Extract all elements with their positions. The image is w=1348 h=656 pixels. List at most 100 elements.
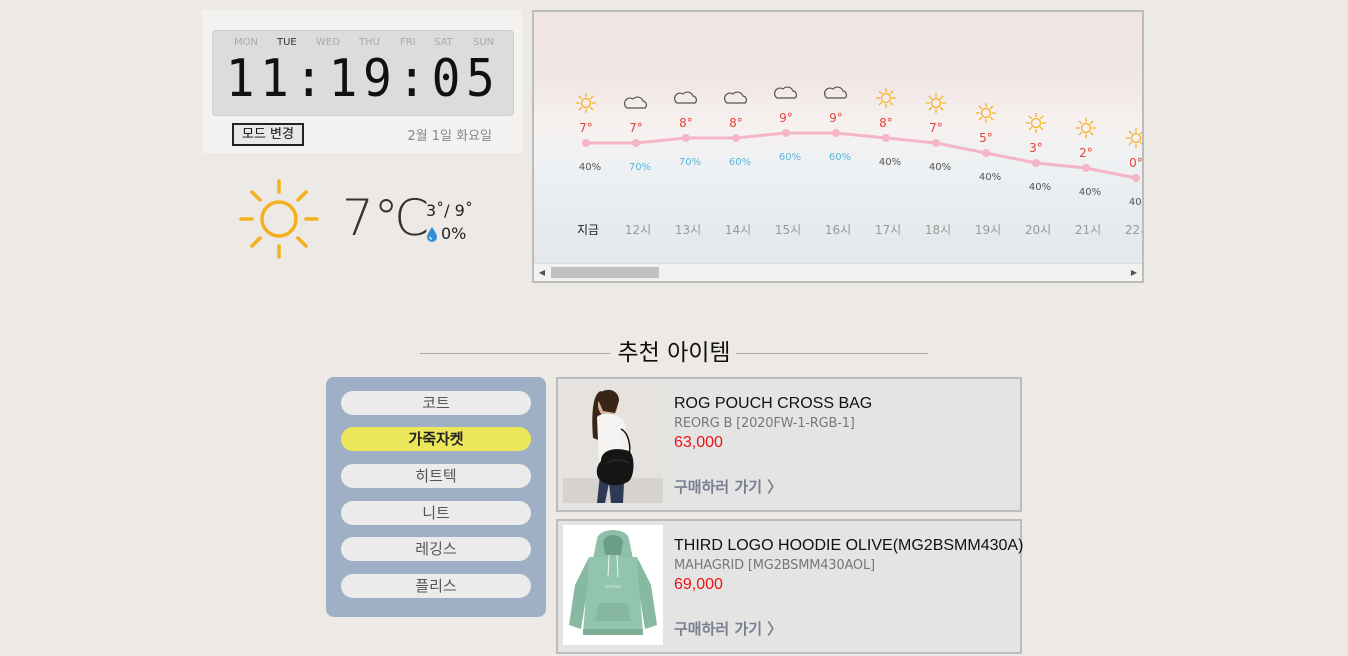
hour-temperature: 3° (1029, 141, 1043, 155)
hour-label: 21시 (1075, 223, 1101, 237)
temperature-point (732, 134, 740, 142)
temperature-point (832, 129, 840, 137)
product-card: THIRD LOGO HOODIE OLIVE(MG2BSMM430A) MAH… (556, 519, 1024, 654)
temperature-point (982, 149, 990, 157)
horizontal-scrollbar[interactable]: ◀ ▶ (534, 263, 1142, 281)
hour-temperature: 7° (929, 121, 943, 135)
rain-chance-value: 0% (441, 224, 467, 243)
hour-rain-chance: 40% (1129, 197, 1144, 208)
scroll-left-arrow-icon[interactable]: ◀ (534, 264, 550, 281)
hour-rain-chance: 40% (929, 162, 951, 173)
cloud-icon (824, 86, 847, 99)
cloud-icon (724, 91, 747, 104)
temperature-point (932, 139, 940, 147)
temperature-point (782, 129, 790, 137)
sun-icon (1075, 117, 1097, 139)
hour-rain-chance: 40% (879, 157, 901, 168)
product-code: REORG B [2020FW-1-RGB-1] (674, 416, 855, 431)
temperature-point (1082, 164, 1090, 172)
water-drop-icon (427, 226, 437, 242)
hour-label: 20시 (1025, 223, 1051, 237)
category-button-leggings[interactable]: 레깅스 (341, 537, 531, 561)
hour-label: 12시 (625, 223, 651, 237)
hour-label: 18시 (925, 223, 951, 237)
clock-display: MON TUE WED THU FRI SAT SUN 11:19:05 (212, 30, 514, 116)
cloud-icon (674, 91, 697, 104)
product-code: MAHAGRID [MG2BSMM430AOL] (674, 558, 875, 573)
cloud-icon (774, 86, 797, 99)
product-price: 69,000 (674, 576, 723, 593)
section-title: 추천 아이템 (617, 340, 731, 366)
temperature-point (632, 139, 640, 147)
hour-temperature: 8° (679, 116, 693, 130)
hour-temperature: 8° (879, 116, 893, 130)
clock-widget: MON TUE WED THU FRI SAT SUN 11:19:05 모드 … (202, 10, 522, 153)
product-name: ROG POUCH CROSS BAG (674, 395, 873, 412)
sun-icon (575, 92, 597, 114)
cloud-icon (624, 96, 647, 109)
hour-rain-chance: 70% (629, 162, 651, 173)
temperature-point (582, 139, 590, 147)
product-price: 63,000 (674, 434, 723, 451)
hour-rain-chance: 40% (579, 162, 601, 173)
scroll-thumb[interactable] (551, 267, 659, 278)
date-label: 2월 1일 화요일 (407, 129, 492, 144)
temperature-point (1032, 159, 1040, 167)
hour-rain-chance: 70% (679, 157, 701, 168)
category-button-knit[interactable]: 니트 (341, 501, 531, 525)
hour-temperature: 7° (629, 121, 643, 135)
hour-temperature: 5° (979, 131, 993, 145)
day-sat: SAT (434, 37, 453, 48)
buy-link[interactable]: 구매하러 가기 〉 (674, 618, 782, 639)
temperature-line (586, 131, 1137, 180)
product-image-hoodie[interactable] (563, 525, 663, 645)
title-divider-right (736, 353, 928, 354)
temperature-point (1132, 174, 1140, 182)
hour-temperature: 7° (579, 121, 593, 135)
hour-temperature: 2° (1079, 146, 1093, 160)
hour-temperature: 8° (729, 116, 743, 130)
mode-change-button[interactable]: 모드 변경 (232, 123, 304, 146)
scroll-right-arrow-icon[interactable]: ▶ (1126, 264, 1142, 281)
hour-label: 17시 (875, 223, 901, 237)
category-button-fleece[interactable]: 플리스 (341, 574, 531, 598)
hour-label: 14시 (725, 223, 751, 237)
hour-rain-chance: 40% (1079, 187, 1101, 198)
hour-rain-chance: 40% (1029, 182, 1051, 193)
hour-label: 16시 (825, 223, 851, 237)
product-name: THIRD LOGO HOODIE OLIVE(MG2BSMM430A) (674, 537, 1024, 554)
product-image-bag[interactable] (563, 383, 663, 503)
hour-label: 22시 (1125, 223, 1144, 237)
category-button-heattech[interactable]: 히트텍 (341, 464, 531, 488)
day-tue: TUE (277, 37, 297, 48)
sun-icon (875, 87, 897, 109)
category-button-leather-jacket[interactable]: 가죽자켓 (341, 427, 531, 451)
hour-rain-chance: 40% (979, 172, 1001, 183)
sun-icon (1025, 112, 1047, 134)
rain-chance: 0% (426, 224, 466, 243)
hour-rain-chance: 60% (729, 157, 751, 168)
hour-rain-chance: 60% (779, 152, 801, 163)
sun-icon (239, 179, 319, 259)
product-card: ROG POUCH CROSS BAG REORG B [2020FW-1-RG… (556, 377, 1022, 512)
category-button-coat[interactable]: 코트 (341, 391, 531, 415)
hour-label: 19시 (975, 223, 1001, 237)
temperature-point (682, 134, 690, 142)
sun-icon (975, 102, 997, 124)
clock-time: 11:19:05 (225, 49, 501, 109)
hourly-forecast[interactable]: 7° 40% 지금 7° 70% 12시 8° 70% 13시 8° 60% 14시 9° 60% 15시 9… (532, 10, 1144, 283)
category-panel: 코트 가죽자켓 히트텍 니트 레깅스 플리스 (326, 377, 546, 617)
day-sun: SUN (473, 37, 495, 48)
hour-temperature: 9° (829, 111, 843, 125)
hour-label: 지금 (577, 223, 599, 237)
day-mon: MON (234, 37, 258, 48)
hour-temperature: 9° (779, 111, 793, 125)
current-temperature: 7℃ (342, 189, 430, 247)
sun-icon (925, 92, 947, 114)
hour-label: 13시 (675, 223, 701, 237)
day-wed: WED (316, 37, 340, 48)
buy-link[interactable]: 구매하러 가기 〉 (674, 476, 782, 497)
temperature-point (882, 134, 890, 142)
hour-temperature: 0° (1129, 156, 1143, 170)
hourly-forecast-chart: 7° 40% 지금 7° 70% 12시 8° 70% 13시 8° 60% 14시 9° 60% 15시 9… (575, 86, 1144, 237)
